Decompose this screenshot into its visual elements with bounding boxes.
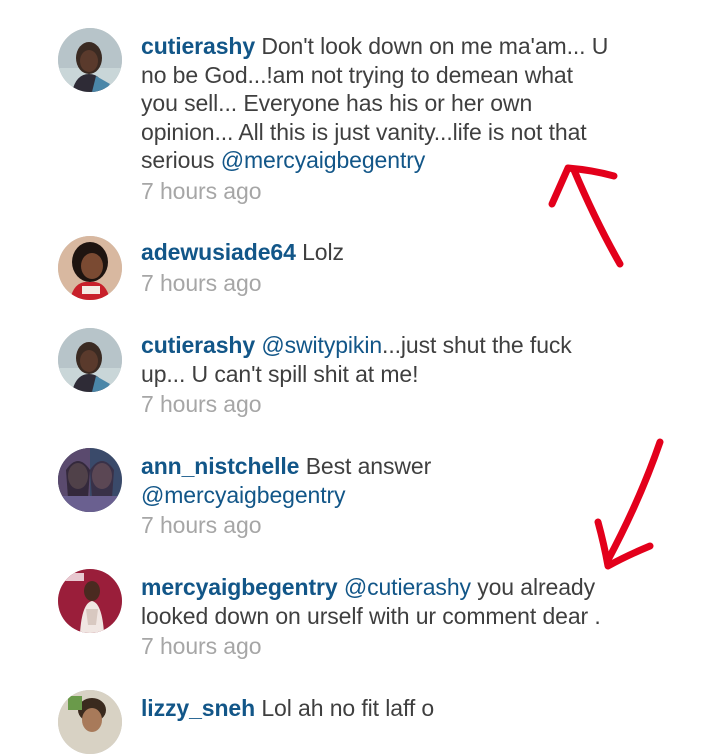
mention-link[interactable]: @switypikin	[261, 332, 382, 358]
comment-body: Lol ah no fit laff o	[261, 695, 435, 721]
username-link[interactable]: ann_nistchelle	[141, 453, 299, 479]
profile-photo-icon	[58, 236, 122, 300]
timestamp: 7 hours ago	[141, 177, 262, 204]
comment-text: lizzy_sneh Lol ah no fit laff o	[141, 694, 661, 723]
comment-text: cutierashy Don't look down on me ma'am..…	[141, 32, 661, 205]
comment-body: Best answer	[305, 453, 432, 479]
profile-photo-icon	[58, 328, 122, 392]
comment-text: mercyaigbegentry @cutierashy you already…	[141, 573, 661, 661]
comment-body: serious	[141, 147, 221, 173]
avatar[interactable]	[58, 448, 122, 512]
comment-body: you sell... Everyone has his or her own	[141, 90, 533, 116]
timestamp: 7 hours ago	[141, 633, 262, 659]
comment-body: looked down on urself with ur comment de…	[141, 602, 601, 629]
username-link[interactable]: lizzy_sneh	[141, 695, 255, 721]
profile-photo-icon	[58, 448, 122, 512]
comment-body: up... U can't spill shit at me!	[141, 360, 419, 387]
avatar[interactable]	[58, 236, 122, 300]
timestamp: 7 hours ago	[141, 512, 262, 538]
avatar[interactable]	[58, 28, 122, 92]
comment-text: cutierashy @switypikin...just shut the f…	[141, 331, 661, 419]
profile-photo-icon	[58, 690, 122, 754]
timestamp: 7 hours ago	[141, 269, 262, 296]
comment-body: you already	[477, 574, 596, 600]
avatar[interactable]	[58, 328, 122, 392]
comment-list: cutierashy Don't look down on me ma'am..…	[0, 0, 720, 754]
mention-link[interactable]: @mercyaigbegentry	[221, 147, 426, 173]
comment-body: Lolz	[302, 239, 344, 265]
comment-text: adewusiade64 Lolz 7 hours ago	[141, 238, 661, 297]
mention-link[interactable]: @mercyaigbegentry	[141, 482, 346, 508]
comment-body: no be God...!am not trying to demean wha…	[141, 61, 573, 88]
comment-text: ann_nistchelle Best answer @mercyaigbege…	[141, 452, 661, 540]
avatar[interactable]	[58, 569, 122, 633]
profile-photo-icon	[58, 28, 122, 92]
username-link[interactable]: cutierashy	[141, 33, 255, 59]
comment-body: opinion... All this is just vanity...lif…	[141, 118, 587, 145]
username-link[interactable]: cutierashy	[141, 332, 255, 358]
profile-photo-icon	[58, 569, 122, 633]
username-link[interactable]: adewusiade64	[141, 239, 296, 265]
comment-body: Don't look down on me ma'am... U	[261, 33, 609, 59]
username-link[interactable]: mercyaigbegentry	[141, 574, 338, 600]
mention-link[interactable]: @cutierashy	[344, 574, 471, 600]
comment-body: ...just shut the fuck	[382, 332, 572, 358]
avatar[interactable]	[58, 690, 122, 754]
timestamp: 7 hours ago	[141, 391, 262, 417]
